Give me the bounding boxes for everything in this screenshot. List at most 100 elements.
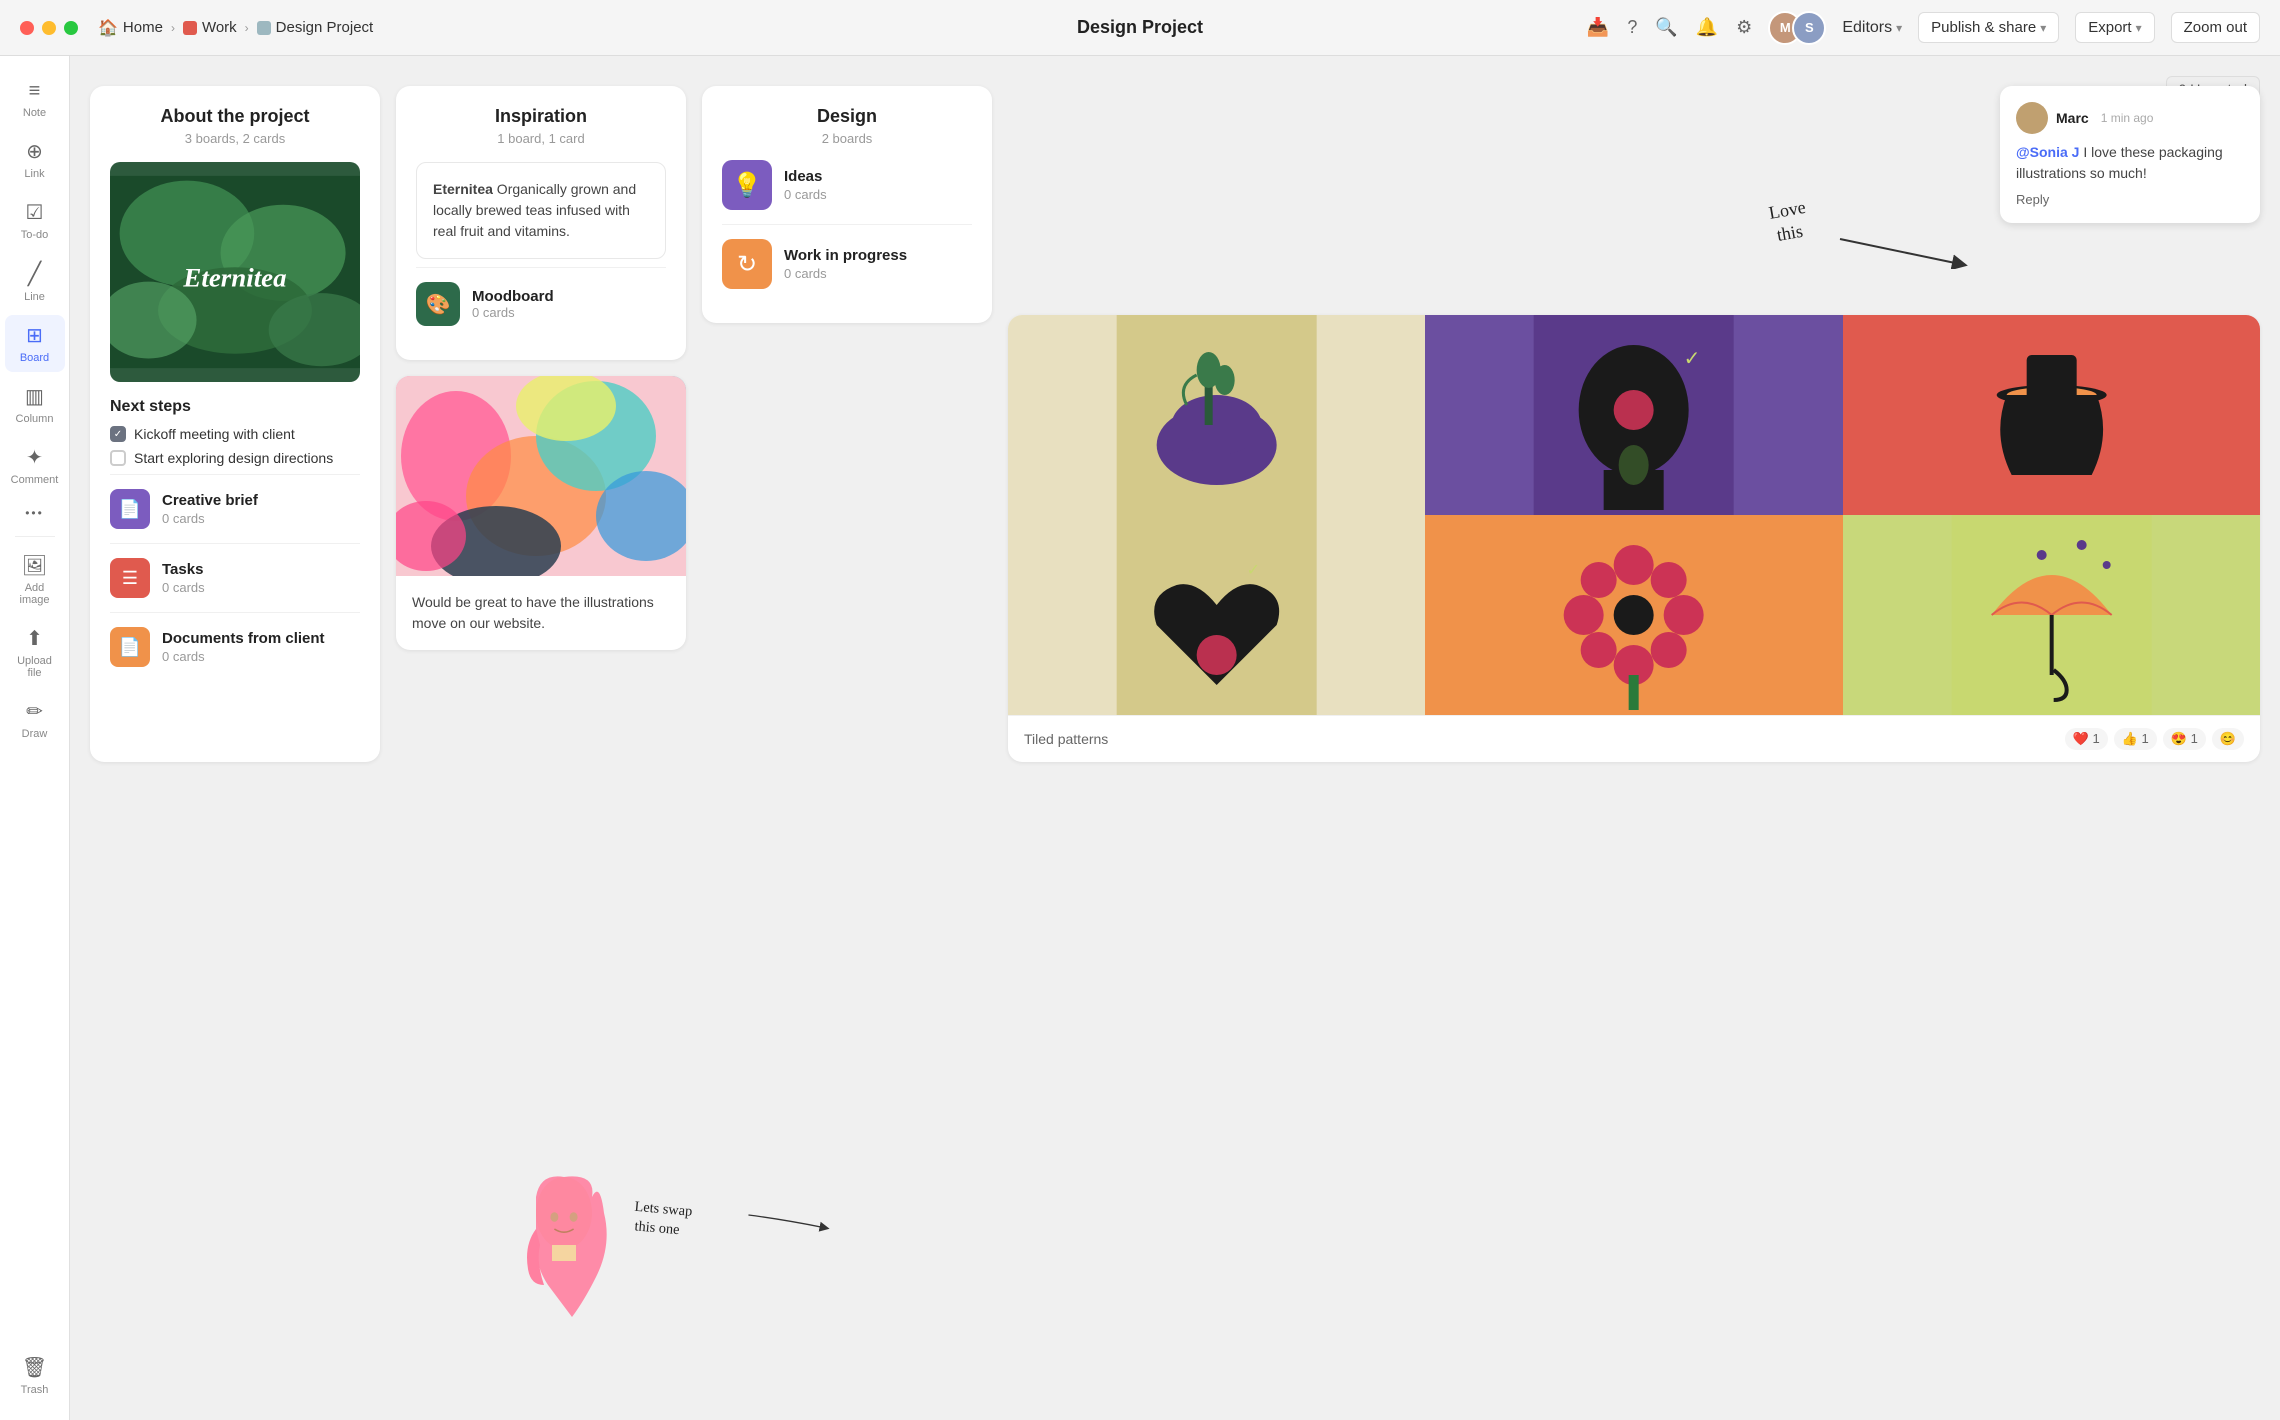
sidebar: ≡ Note ⊕ Link ☑ To-do ╱ Line ⊞ Board ▥ C…	[0, 56, 70, 1420]
documents-info: Documents from client 0 cards	[162, 630, 360, 664]
design-wip-item[interactable]: ↻ Work in progress 0 cards	[722, 225, 972, 303]
about-project-card: About the project 3 boards, 2 cards Eter…	[90, 86, 380, 762]
inbox-icon[interactable]: 📥	[1587, 17, 1609, 38]
board-documents[interactable]: 📄 Documents from client 0 cards	[110, 612, 360, 681]
design-ideas-item[interactable]: 💡 Ideas 0 cards	[722, 146, 972, 225]
board-icon: ⊞	[26, 323, 43, 348]
moodboard-item[interactable]: 🎨 Moodboard 0 cards	[416, 267, 666, 340]
reaction-love[interactable]: 😍 1	[2163, 728, 2206, 750]
breadcrumb-item-project[interactable]: Design Project	[257, 19, 374, 36]
tasks-info: Tasks 0 cards	[162, 561, 360, 595]
sidebar-item-link[interactable]: ⊕ Link	[5, 131, 65, 188]
sidebar-item-trash[interactable]: 🗑 Trash	[5, 1347, 65, 1404]
sidebar-label-note: Note	[23, 107, 46, 119]
more-icon: •••	[25, 506, 44, 520]
avatar-group: M S	[1768, 11, 1826, 45]
next-steps: Next steps ✓ Kickoff meeting with client…	[110, 398, 360, 466]
settings-icon[interactable]: ⚙	[1736, 17, 1752, 38]
maximize-button[interactable]	[64, 21, 78, 35]
ideas-icon: 💡	[722, 160, 772, 210]
wip-name: Work in progress	[784, 247, 907, 264]
creative-brief-info: Creative brief 0 cards	[162, 492, 360, 526]
creative-brief-cards: 0 cards	[162, 511, 360, 526]
minimize-button[interactable]	[42, 21, 56, 35]
upload-icon: ⬆	[26, 626, 43, 651]
zoom-out-button[interactable]: Zoom out	[2171, 12, 2260, 43]
breadcrumb-sep-2: ›	[245, 21, 249, 35]
reaction-heart[interactable]: ❤️ 1	[2065, 728, 2108, 750]
sidebar-item-note[interactable]: ≡ Note	[5, 72, 65, 127]
documents-name: Documents from client	[162, 630, 360, 647]
work-icon	[183, 21, 197, 35]
content-area: 0 Unsorted About the project 3 boards, 2…	[70, 56, 2280, 1420]
sidebar-label-trash: Trash	[21, 1384, 49, 1396]
tasks-icon: ☰	[110, 558, 150, 598]
help-icon[interactable]: ?	[1627, 17, 1637, 38]
note-icon: ≡	[29, 80, 41, 103]
sidebar-item-more[interactable]: •••	[5, 498, 65, 528]
person-illustration-area: Lets swap this one	[500, 1155, 660, 1340]
publish-share-button[interactable]: Publish & share ▾	[1918, 12, 2059, 43]
inspiration-card-title: Inspiration	[416, 106, 666, 127]
sidebar-item-board[interactable]: ⊞ Board	[5, 315, 65, 372]
sidebar-item-upload[interactable]: ⬆ Upload file	[5, 618, 65, 687]
breadcrumb-item-work[interactable]: Work	[183, 19, 237, 36]
sidebar-divider	[15, 536, 55, 537]
checklist-item-1: Start exploring design directions	[110, 450, 360, 466]
breadcrumb-item-home[interactable]: 🏠 Home	[98, 18, 163, 38]
inspiration-image-card: Would be great to have the illustrations…	[396, 376, 686, 650]
inspiration-column: Inspiration 1 board, 1 card Eternitea Or…	[396, 86, 686, 762]
comment-header: Marc 1 min ago	[2016, 102, 2244, 134]
svg-text:Lets swap: Lets swap	[634, 1199, 693, 1220]
project-icon	[257, 21, 271, 35]
breadcrumb-sep-1: ›	[171, 21, 175, 35]
export-button[interactable]: Export ▾	[2075, 12, 2154, 43]
page-title: Design Project	[1077, 17, 1203, 38]
search-icon[interactable]: 🔍	[1655, 17, 1677, 38]
next-steps-title: Next steps	[110, 398, 360, 416]
export-chevron: ▾	[2136, 21, 2142, 35]
tiled-patterns-label: Tiled patterns	[1024, 731, 1108, 747]
publish-share-label: Publish & share	[1931, 19, 2036, 36]
reactions: ❤️ 1 👍 1 😍 1 😊	[2065, 728, 2244, 750]
comment-icon: ✦	[26, 445, 43, 470]
editors-button[interactable]: Editors ▾	[1842, 19, 1902, 37]
checkbox-0[interactable]: ✓	[110, 426, 126, 442]
comment-mention[interactable]: @Sonia J	[2016, 144, 2079, 160]
sidebar-label-column: Column	[16, 413, 54, 425]
zoom-label: Zoom out	[2184, 19, 2247, 36]
tasks-cards: 0 cards	[162, 580, 360, 595]
comment-author: Marc	[2056, 110, 2089, 126]
about-image: Eternitea	[110, 162, 360, 382]
wip-info: Work in progress 0 cards	[784, 247, 907, 281]
comment-avatar	[2016, 102, 2048, 134]
reaction-thumbs[interactable]: 👍 1	[2114, 728, 2157, 750]
breadcrumb-label-work: Work	[202, 19, 237, 36]
checklist-label-0: Kickoff meeting with client	[134, 426, 295, 442]
close-button[interactable]	[20, 21, 34, 35]
breadcrumb-label-project: Design Project	[276, 19, 374, 36]
checkbox-1[interactable]	[110, 450, 126, 466]
sidebar-item-addimage[interactable]: 🖼 Add image	[5, 545, 65, 614]
bell-icon[interactable]: 🔔	[1696, 17, 1718, 38]
board-tasks[interactable]: ☰ Tasks 0 cards	[110, 543, 360, 612]
ideas-info: Ideas 0 cards	[784, 168, 827, 202]
sidebar-label-addimage: Add image	[13, 582, 57, 606]
reaction-smile[interactable]: 😊	[2212, 728, 2244, 750]
sidebar-label-link: Link	[24, 168, 44, 180]
titlebar: 🏠 Home › Work › Design Project Design Pr…	[0, 0, 2280, 56]
checklist-label-1: Start exploring design directions	[134, 450, 333, 466]
sidebar-item-comment[interactable]: ✦ Comment	[5, 437, 65, 494]
moodboard-info: Moodboard 0 cards	[472, 288, 554, 320]
sidebar-item-draw[interactable]: ✏ Draw	[5, 691, 65, 748]
moodboard-name: Moodboard	[472, 288, 554, 305]
board-creative-brief[interactable]: 📄 Creative brief 0 cards	[110, 474, 360, 543]
tiled-patterns-card: ✓	[1008, 315, 2260, 762]
sidebar-item-todo[interactable]: ☑ To-do	[5, 192, 65, 249]
sidebar-item-column[interactable]: ▥ Column	[5, 376, 65, 433]
tile-umbrella	[1843, 515, 2260, 715]
sidebar-item-line[interactable]: ╱ Line	[5, 253, 65, 311]
moodboard-cards: 0 cards	[472, 305, 554, 320]
link-icon: ⊕	[26, 139, 43, 164]
tile-flower	[1425, 515, 1842, 715]
